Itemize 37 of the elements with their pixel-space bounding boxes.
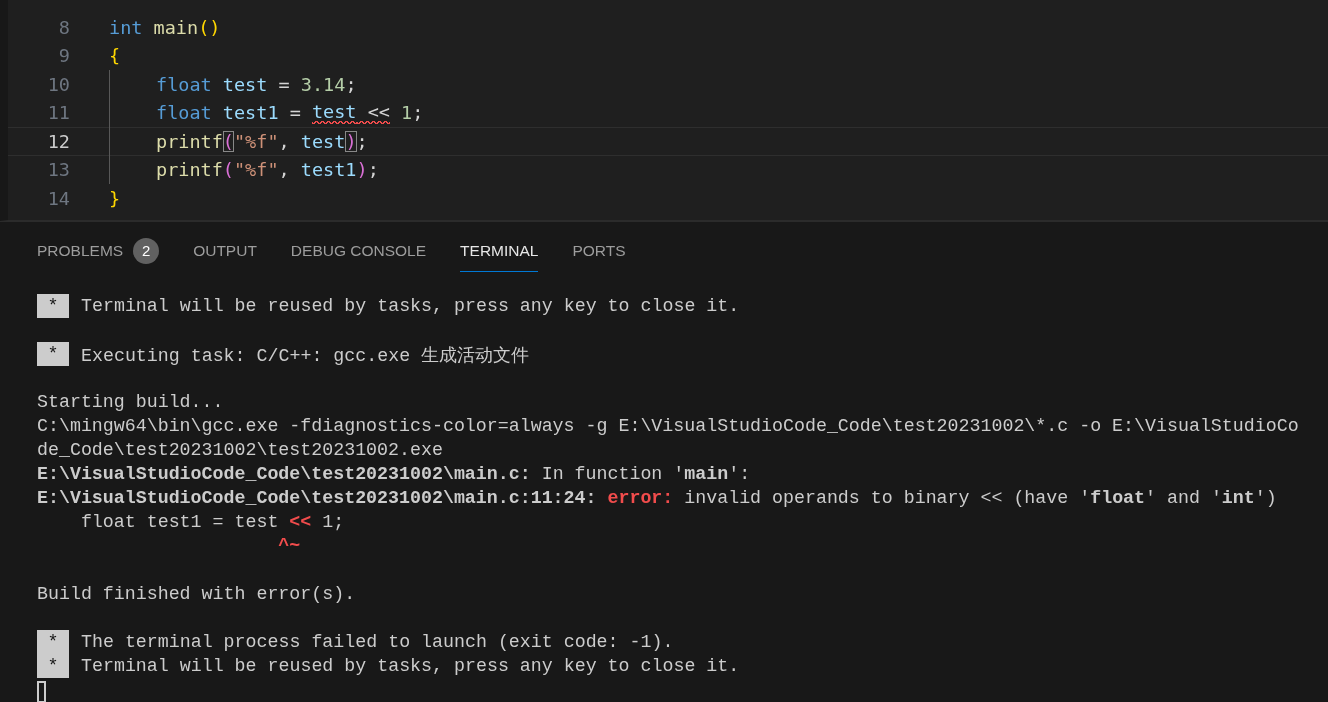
terminal-line: Terminal will be reused by tasks, press any key to close it.: [81, 296, 740, 316]
line-number: 11: [46, 102, 70, 124]
code-line: }: [109, 186, 121, 211]
terminal-line: Terminal will be reused by tasks, press any key to close it.: [81, 656, 740, 676]
terminal-cursor: [37, 681, 46, 702]
code-line: printf("%f", test);: [109, 128, 368, 155]
count-badge: 2: [133, 237, 160, 264]
code-line: {: [109, 44, 121, 69]
panel-tab[interactable]: TERMINAL: [460, 228, 539, 272]
line-number: 12: [46, 130, 70, 152]
task-marker: *: [37, 630, 69, 654]
terminal-line: ^~: [277, 536, 301, 556]
terminal-line: C:\mingw64\bin\gcc.exe -fdiagnostics-color=always -g E:\VisualStudioCode_Code\test20231002\*.c -o E:\VisualStudioCo: [37, 416, 1299, 436]
terminal-line: E:\VisualStudioCode_Code\test20231002\main.c:11:24: error: invalid operands to binary << (have 'float' and 'int'): [37, 488, 1277, 508]
line-number: 14: [46, 187, 70, 209]
panel-tab[interactable]: DEBUG CONSOLE: [290, 228, 427, 272]
task-marker: *: [37, 654, 69, 678]
line-number: 8: [57, 16, 70, 38]
code-line: float test1 = test << 1;: [109, 99, 424, 126]
panel-tab[interactable]: PORTS: [572, 228, 626, 272]
panel-tab[interactable]: PROBLEMS 2: [37, 228, 160, 272]
task-marker: *: [37, 294, 69, 318]
line-number: 13: [46, 159, 70, 181]
code-line: float test = 3.14;: [109, 71, 357, 98]
terminal-line: Starting build...: [37, 392, 224, 412]
terminal-line: Executing task: C/C++: gcc.exe 生成活动文件: [81, 344, 530, 367]
line-number: 10: [46, 73, 70, 95]
code-line: printf("%f", test1);: [109, 156, 379, 183]
terminal-line: The terminal process failed to launch (exit code: -1).: [81, 632, 674, 652]
terminal-line: de_Code\test20231002\test20231002.exe: [37, 440, 443, 460]
terminal-line: E:\VisualStudioCode_Code\test20231002\main.c: In function 'main':: [37, 464, 751, 484]
panel-tab[interactable]: OUTPUT: [193, 228, 257, 272]
code-line: int main(): [109, 15, 221, 40]
terminal-line: Build finished with error(s).: [37, 584, 356, 604]
task-marker: *: [37, 342, 69, 366]
line-number: 9: [57, 45, 70, 67]
terminal-line: float test1 = test << 1;: [79, 512, 345, 532]
